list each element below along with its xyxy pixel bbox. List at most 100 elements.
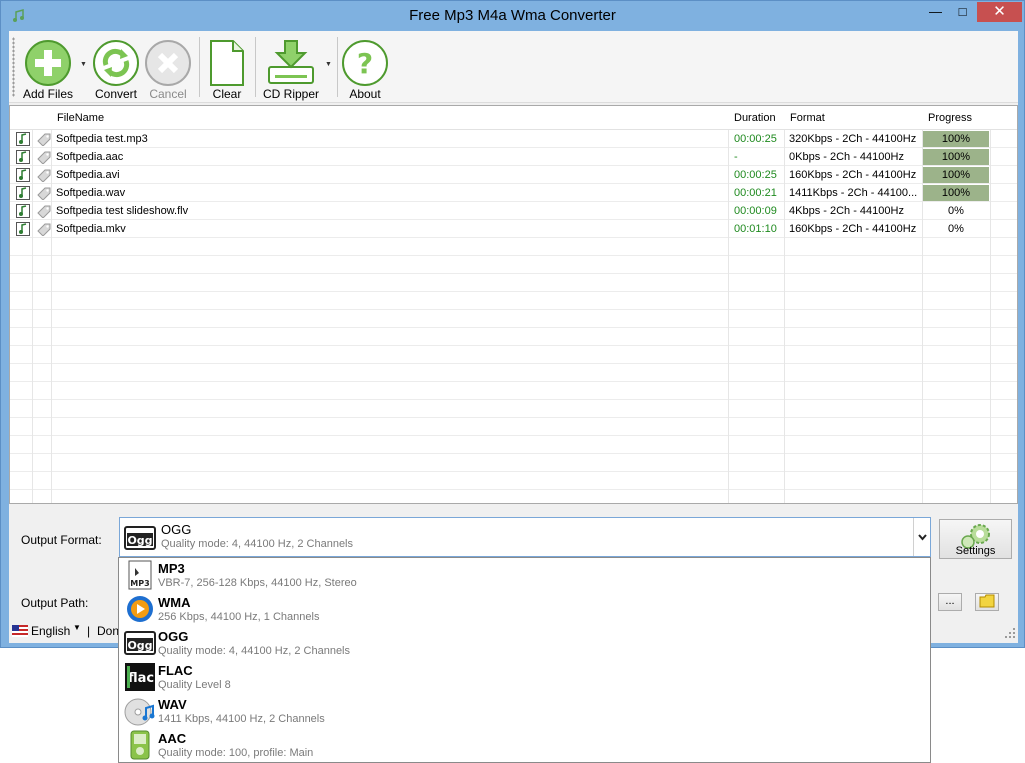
cd-ripper-dropdown-icon[interactable]: ▼ <box>325 61 332 68</box>
format-cell: 0Kbps - 2Ch - 44100Hz <box>789 151 904 163</box>
file-name-cell: Softpedia.wav <box>56 187 126 199</box>
tag-icon[interactable] <box>36 132 52 146</box>
format-option-flac[interactable]: flac FLAC Quality Level 8 <box>119 660 930 694</box>
output-format-select[interactable]: Ogg OGG Quality mode: 4, 44100 Hz, 2 Cha… <box>119 517 931 557</box>
selected-format-desc: Quality mode: 4, 44100 Hz, 2 Channels <box>161 538 354 550</box>
file-name-cell: Softpedia.aac <box>56 151 124 163</box>
table-row[interactable]: Softpedia test.mp3 00:00:25 320Kbps - 2Ch … <box>10 130 1017 148</box>
table-row[interactable]: Softpedia.avi 00:00:25 160Kbps - 2Ch - 441… <box>10 166 1017 184</box>
selected-format-name: OGG <box>161 522 192 537</box>
add-files-dropdown-icon[interactable]: ▼ <box>80 61 87 68</box>
maximize-button[interactable]: □ <box>949 2 976 22</box>
duration-cell: 00:00:09 <box>734 205 777 217</box>
add-files-label: Add Files <box>22 87 74 101</box>
progress-cell: 0% <box>923 221 989 237</box>
tag-icon[interactable] <box>36 204 52 218</box>
cancel-label: Cancel <box>149 87 187 101</box>
format-option-wma[interactable]: WMA 256 Kbps, 44100 Hz, 1 Channels <box>119 592 930 626</box>
duration-cell: 00:00:21 <box>734 187 777 199</box>
svg-text:?: ? <box>357 47 373 80</box>
format-option-aac[interactable]: AAC Quality mode: 100, profile: Main <box>119 728 930 762</box>
progress-text: 0% <box>948 205 964 217</box>
toolbar-grip[interactable] <box>12 37 15 97</box>
toolbar-separator <box>255 37 256 97</box>
format-option-ogg[interactable]: Ogg OGG Quality mode: 4, 44100 Hz, 2 Chann… <box>119 626 930 660</box>
progress-text: 100% <box>941 169 971 181</box>
format-option-desc: VBR-7, 256-128 Kbps, 44100 Hz, Stereo <box>158 577 357 589</box>
language-dropdown-icon[interactable]: ▼ <box>73 623 81 632</box>
tag-icon[interactable] <box>36 150 52 164</box>
format-option-name: MP3 <box>158 561 185 576</box>
music-note-icon <box>16 204 32 218</box>
open-folder-button[interactable] <box>975 593 999 611</box>
browse-button[interactable]: ... <box>938 593 962 611</box>
table-row[interactable]: Softpedia.mkv 00:01:10 160Kbps - 2Ch - 441… <box>10 220 1017 238</box>
cancel-icon <box>145 40 191 86</box>
header-progress[interactable]: Progress <box>922 106 972 130</box>
flac-icon: flac <box>125 663 155 691</box>
duration-cell: 00:00:25 <box>734 169 777 181</box>
output-path-label: Output Path: <box>21 596 89 610</box>
progress-cell: 100% <box>923 167 989 183</box>
progress-text: 100% <box>941 133 971 145</box>
minimize-button[interactable]: — <box>922 2 949 22</box>
about-label: About <box>349 87 381 101</box>
format-option-desc: Quality mode: 100, profile: Main <box>158 747 314 759</box>
table-row[interactable]: Softpedia.wav 00:00:21 1411Kbps - 2Ch - 44… <box>10 184 1017 202</box>
settings-button[interactable]: Settings <box>939 519 1012 559</box>
file-name-cell: Softpedia test slideshow.flv <box>56 205 189 217</box>
language-selector[interactable]: English <box>31 624 70 638</box>
format-option-desc: 1411 Kbps, 44100 Hz, 2 Channels <box>158 713 325 725</box>
convert-icon <box>93 40 139 86</box>
mp3-icon: MP3 <box>128 560 152 590</box>
cd-ripper-label: CD Ripper <box>262 87 319 101</box>
format-option-desc: Quality Level 8 <box>158 679 231 691</box>
settings-label: Settings <box>955 545 996 557</box>
add-icon <box>25 40 71 86</box>
close-button[interactable]: ✕ <box>977 2 1022 22</box>
toolbar-separator <box>337 37 338 97</box>
progress-cell: 0% <box>923 203 989 219</box>
toolbar: Add Files ▼ Convert Cancel Clear CD Ripp… <box>9 31 1018 103</box>
output-format-label: Output Format: <box>21 533 102 547</box>
music-note-icon <box>16 150 32 164</box>
blank-page-icon <box>210 40 244 86</box>
title-bar[interactable]: Free Mp3 M4a Wma Converter — □ ✕ <box>1 1 1024 31</box>
format-option-wav[interactable]: WAV 1411 Kbps, 44100 Hz, 2 Channels <box>119 694 930 728</box>
music-note-icon <box>16 132 32 146</box>
client-area: Add Files ▼ Convert Cancel Clear CD Ripp… <box>9 31 1018 643</box>
cd-ripper-button[interactable]: CD Ripper <box>259 37 323 101</box>
download-drive-icon <box>268 40 314 84</box>
us-flag-icon <box>12 625 28 637</box>
format-option-name: WMA <box>158 595 191 610</box>
clear-button[interactable]: Clear <box>203 37 251 101</box>
header-format[interactable]: Format <box>784 106 825 130</box>
table-row[interactable]: Softpedia.aac - 0Kbps - 2Ch - 44100Hz 100% <box>10 148 1017 166</box>
wav-icon <box>124 698 155 726</box>
file-list[interactable]: FileName Duration Format Progress Softpe… <box>9 105 1018 504</box>
duration-cell: 00:00:25 <box>734 133 777 145</box>
progress-text: 100% <box>941 151 971 163</box>
format-option-name: FLAC <box>158 663 193 678</box>
cancel-button[interactable]: Cancel <box>143 37 193 101</box>
format-cell: 160Kbps - 2Ch - 44100Hz <box>789 169 917 181</box>
svg-text:flac: flac <box>128 671 154 686</box>
tag-icon[interactable] <box>36 168 52 182</box>
toolbar-separator <box>199 37 200 97</box>
progress-text: 0% <box>948 223 964 235</box>
tag-icon[interactable] <box>36 186 52 200</box>
format-option-mp3[interactable]: MP3 MP3 VBR-7, 256-128 Kbps, 44100 Hz, Ste… <box>119 558 930 592</box>
about-button[interactable]: ? About <box>341 37 389 101</box>
add-files-button[interactable]: Add Files <box>19 37 77 101</box>
header-filename[interactable]: FileName <box>51 106 104 130</box>
svg-text:MP3: MP3 <box>130 579 149 588</box>
chevron-down-icon[interactable] <box>913 518 930 556</box>
table-row[interactable]: Softpedia test slideshow.flv 00:00:09 4Kbp… <box>10 202 1017 220</box>
format-cell: 4Kbps - 2Ch - 44100Hz <box>789 205 904 217</box>
resize-grip-icon[interactable] <box>1004 627 1016 639</box>
output-format-dropdown-list: MP3 MP3 VBR-7, 256-128 Kbps, 44100 Hz, Ste… <box>118 557 931 763</box>
tag-icon[interactable] <box>36 222 52 236</box>
convert-button[interactable]: Convert <box>89 37 143 101</box>
help-icon: ? <box>342 40 388 86</box>
header-duration[interactable]: Duration <box>728 106 776 130</box>
